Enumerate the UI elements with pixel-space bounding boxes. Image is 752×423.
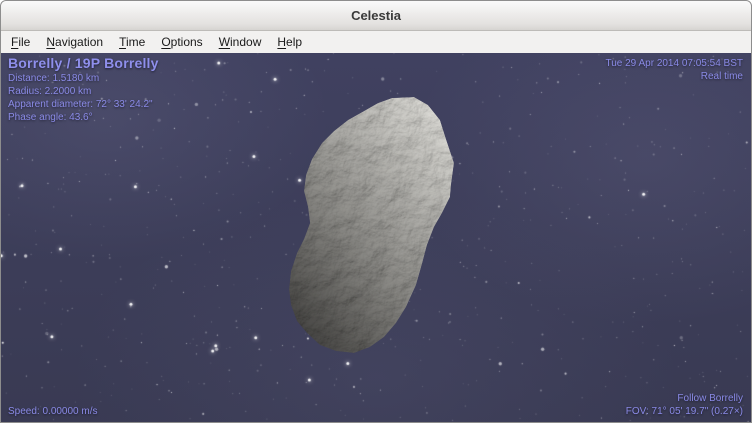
follow-mode: Follow Borrelly <box>626 392 743 405</box>
hud-object-info: Borrelly / 19P Borrelly Distance: 1.5180… <box>8 55 159 124</box>
menu-navigation[interactable]: Navigation <box>38 33 111 51</box>
menu-file[interactable]: File <box>3 33 38 51</box>
object-distance: Distance: 1.5180 km <box>8 72 159 85</box>
menu-help[interactable]: Help <box>269 33 310 51</box>
celestia-window: Celestia File Navigation Time Options Wi… <box>0 0 752 423</box>
hud-time-info: Tue 29 Apr 2014 07:05:54 BST Real time <box>605 57 743 83</box>
field-of-view: FOV: 71° 05' 19.7" (0.27×) <box>626 405 743 418</box>
time-rate: Real time <box>605 70 743 83</box>
hud-speed: Speed: 0.00000 m/s <box>8 405 98 418</box>
menu-options[interactable]: Options <box>153 33 210 51</box>
window-titlebar[interactable]: Celestia <box>1 1 751 31</box>
menu-window[interactable]: Window <box>211 33 270 51</box>
hud-view-info: Follow Borrelly FOV: 71° 05' 19.7" (0.27… <box>626 392 743 418</box>
travel-speed: Speed: 0.00000 m/s <box>8 405 98 418</box>
menu-time[interactable]: Time <box>111 33 153 51</box>
object-radius: Radius: 2.2000 km <box>8 85 159 98</box>
space-viewport[interactable]: Borrelly / 19P Borrelly Distance: 1.5180… <box>1 53 751 422</box>
menubar: File Navigation Time Options Window Help <box>1 31 751 53</box>
simulation-datetime: Tue 29 Apr 2014 07:05:54 BST <box>605 57 743 70</box>
object-phase-angle: Phase angle: 43.6° <box>8 111 159 124</box>
comet-surface[interactable] <box>289 97 454 353</box>
window-title: Celestia <box>351 8 401 23</box>
selected-object-title: Borrelly / 19P Borrelly <box>8 55 159 72</box>
comet-nucleus[interactable] <box>280 93 464 361</box>
object-apparent-diameter: Apparent diameter: 72° 33' 24.2" <box>8 98 159 111</box>
